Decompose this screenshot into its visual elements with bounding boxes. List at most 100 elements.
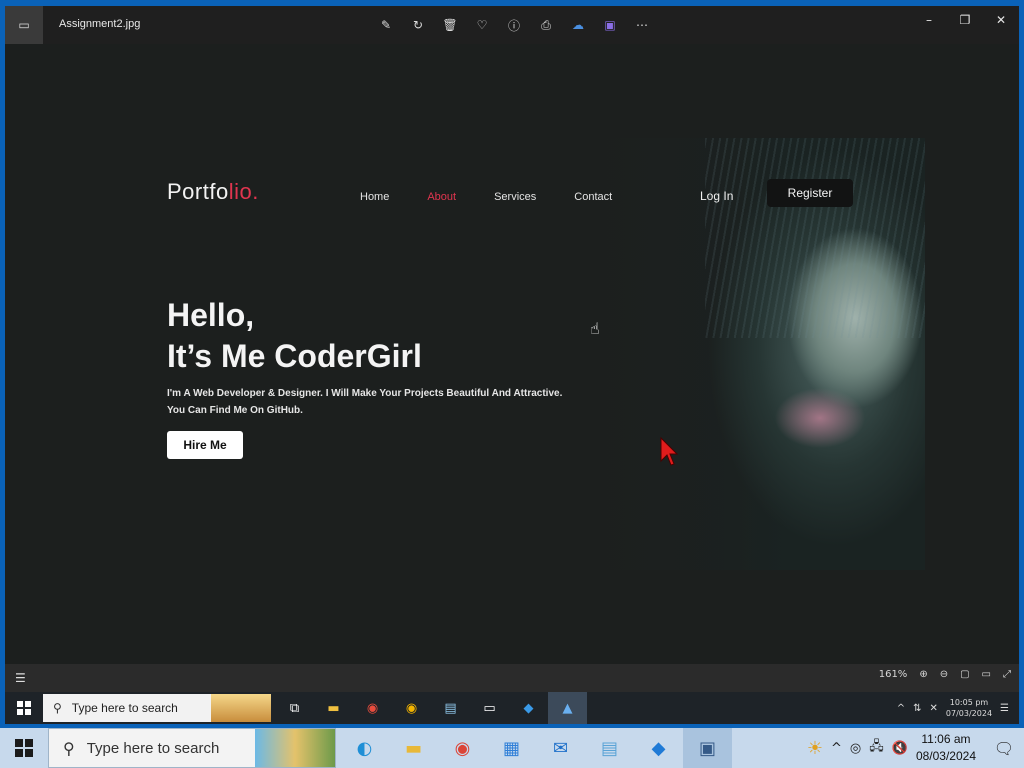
register-button: Register: [767, 179, 853, 207]
windows-logo-icon: [17, 701, 31, 715]
vm-search-placeholder: Type here to search: [71, 701, 178, 715]
photos-viewer-window: ▭ Assignment2.jpg ✎ ↻ 🗑 ♡ ⓘ ⎙ ☁ ▣ ⋯ – ❐ …: [5, 6, 1019, 724]
fullscreen-icon[interactable]: ⤢: [1003, 669, 1011, 680]
gallery-icon: ▭: [18, 18, 30, 32]
volume-muted-icon[interactable]: 🔇: [892, 741, 908, 756]
search-highlight-image: [211, 694, 271, 722]
chrome-icon[interactable]: ◉: [438, 728, 487, 768]
search-placeholder: Type here to search: [86, 739, 220, 757]
vm-clock-time: 10:05 pm: [949, 698, 989, 707]
print-icon[interactable]: ⎙: [535, 14, 557, 36]
viewer-title-bar: ▭ Assignment2.jpg ✎ ↻ 🗑 ♡ ⓘ ⎙ ☁ ▣ ⋯ – ❐ …: [5, 6, 1019, 44]
favorite-icon[interactable]: ♡: [471, 14, 493, 36]
clock-date: 08/03/2024: [915, 749, 976, 763]
close-button[interactable]: ✕: [983, 6, 1019, 34]
vm-system-tray: ^ ⇅ ✕ 10:05 pm 07/03/2024 ☰: [897, 692, 1019, 724]
terminal-icon[interactable]: ▭: [470, 692, 509, 724]
remote-desktop-icon[interactable]: ▣: [683, 728, 732, 768]
rotate-icon[interactable]: ↻: [407, 14, 429, 36]
notepad-icon[interactable]: ▤: [585, 728, 634, 768]
microsoft-store-icon[interactable]: ▦: [487, 728, 536, 768]
logo-main-text: Portfo: [167, 179, 229, 204]
hire-me-button: Hire Me: [167, 431, 243, 459]
vm-start-button[interactable]: [5, 692, 43, 724]
network-icon[interactable]: 🖧: [869, 737, 884, 759]
notepad-icon[interactable]: ▤: [431, 692, 470, 724]
show-hidden-icons-icon[interactable]: ^: [897, 703, 905, 714]
search-icon: ⚲: [53, 701, 62, 715]
zoom-in-icon[interactable]: ⊕: [919, 669, 927, 680]
weather-icon[interactable]: ☀: [807, 738, 823, 759]
mail-icon[interactable]: ✉: [536, 728, 585, 768]
image-canvas: Portfolio. Home About Services Contact L…: [5, 44, 1019, 664]
nav-home: Home: [360, 191, 390, 203]
edit-image-icon[interactable]: ✎: [375, 14, 397, 36]
hero-greeting: Hello,: [167, 297, 255, 333]
zoom-controls: 161% ⊕ ⊖ ▢ ▭ ⤢: [879, 669, 1011, 680]
windows-logo-icon: [15, 739, 33, 757]
filmstrip-icon[interactable]: ☰: [15, 671, 26, 685]
portfolio-screenshot: Portfolio. Home About Services Contact L…: [155, 129, 925, 570]
volume-muted-icon[interactable]: ✕: [930, 703, 938, 714]
screen: ▭ Assignment2.jpg ✎ ↻ 🗑 ♡ ⓘ ⎙ ☁ ▣ ⋯ – ❐ …: [0, 0, 1024, 768]
hand-cursor-icon: ☝: [590, 319, 600, 338]
vscode-icon[interactable]: ◆: [509, 692, 548, 724]
more-icon[interactable]: ⋯: [631, 14, 653, 36]
file-explorer-icon[interactable]: ▬: [389, 728, 438, 768]
portrait-image: [585, 138, 925, 570]
chrome-profile-icon[interactable]: ◉: [392, 692, 431, 724]
nav-about: About: [427, 191, 457, 203]
search-box[interactable]: ⚲ Type here to search: [48, 728, 336, 768]
login-link: Log In: [700, 189, 734, 203]
hero-description-line2: You Can Find Me On GitHub.: [167, 405, 303, 416]
vm-taskbar-apps: ⧉ ▬ ◉ ◉ ▤ ▭ ◆ ▲: [275, 692, 587, 724]
vm-search-box[interactable]: ⚲ Type here to search: [43, 694, 271, 722]
window-controls: – ❐ ✕: [911, 6, 1019, 34]
action-center-icon[interactable]: 🗨: [984, 728, 1024, 768]
zoom-level[interactable]: 161%: [879, 669, 908, 680]
host-taskbar: ⚲ Type here to search ◐ ▬ ◉ ▦ ✉ ▤ ◆ ▣ ☀ …: [0, 728, 1024, 768]
show-hidden-icons-icon[interactable]: ^: [831, 741, 842, 756]
vm-window-frame: ▭ Assignment2.jpg ✎ ↻ 🗑 ♡ ⓘ ⎙ ☁ ▣ ⋯ – ❐ …: [0, 0, 1024, 728]
info-icon[interactable]: ⓘ: [503, 14, 525, 36]
hero-description-line1: I'm A Web Developer & Designer. I Will M…: [167, 388, 563, 399]
portfolio-logo: Portfolio.: [167, 179, 259, 205]
vm-clock-date: 07/03/2024: [945, 709, 993, 718]
hair-texture: [705, 138, 925, 338]
delete-icon[interactable]: 🗑: [439, 14, 461, 36]
system-tray: ☀ ^ ◎ 🖧 🔇 11:06 am 08/03/2024 🗨: [807, 728, 1024, 768]
vm-taskbar: ⚲ Type here to search ⧉ ▬ ◉ ◉ ▤ ▭ ◆ ▲ ^ …: [5, 692, 1019, 724]
file-explorer-icon[interactable]: ▬: [314, 692, 353, 724]
actual-size-icon[interactable]: ▭: [982, 669, 991, 680]
viewer-toolbar: ✎ ↻ 🗑 ♡ ⓘ ⎙ ☁ ▣ ⋯: [375, 14, 653, 36]
viewer-bottom-bar: ☰ 161% ⊕ ⊖ ▢ ▭ ⤢: [5, 664, 1019, 692]
edge-icon[interactable]: ◐: [340, 728, 389, 768]
meet-now-icon[interactable]: ◎: [850, 741, 861, 756]
file-name: Assignment2.jpg: [59, 18, 141, 30]
maximize-button[interactable]: ❐: [947, 6, 983, 34]
vm-clock[interactable]: 10:05 pm 07/03/2024: [946, 697, 992, 719]
search-highlight-image: [255, 729, 335, 767]
hero-title: It’s Me CoderGirl: [167, 338, 422, 374]
onedrive-icon[interactable]: ☁: [567, 14, 589, 36]
taskbar-apps: ◐ ▬ ◉ ▦ ✉ ▤ ◆ ▣: [340, 728, 732, 768]
notifications-icon[interactable]: ☰: [1000, 703, 1009, 714]
portfolio-nav: Home About Services Contact: [360, 191, 612, 203]
clipchamp-icon[interactable]: ▣: [599, 14, 621, 36]
see-all-photos-button[interactable]: ▭: [5, 6, 43, 44]
photos-icon[interactable]: ▲: [548, 692, 587, 724]
minimize-button[interactable]: –: [911, 6, 947, 34]
clock[interactable]: 11:06 am 08/03/2024: [916, 731, 976, 765]
start-button[interactable]: [0, 728, 48, 768]
clock-time: 11:06 am: [921, 732, 971, 746]
vscode-icon[interactable]: ◆: [634, 728, 683, 768]
chrome-icon[interactable]: ◉: [353, 692, 392, 724]
zoom-out-icon[interactable]: ⊖: [940, 669, 948, 680]
nav-services: Services: [494, 191, 537, 203]
fit-to-window-icon[interactable]: ▢: [960, 669, 969, 680]
search-icon: ⚲: [63, 738, 75, 758]
task-view-icon[interactable]: ⧉: [275, 692, 314, 724]
nav-contact: Contact: [574, 191, 613, 203]
network-icon[interactable]: ⇅: [913, 703, 921, 714]
logo-accent-text: lio.: [228, 179, 259, 204]
